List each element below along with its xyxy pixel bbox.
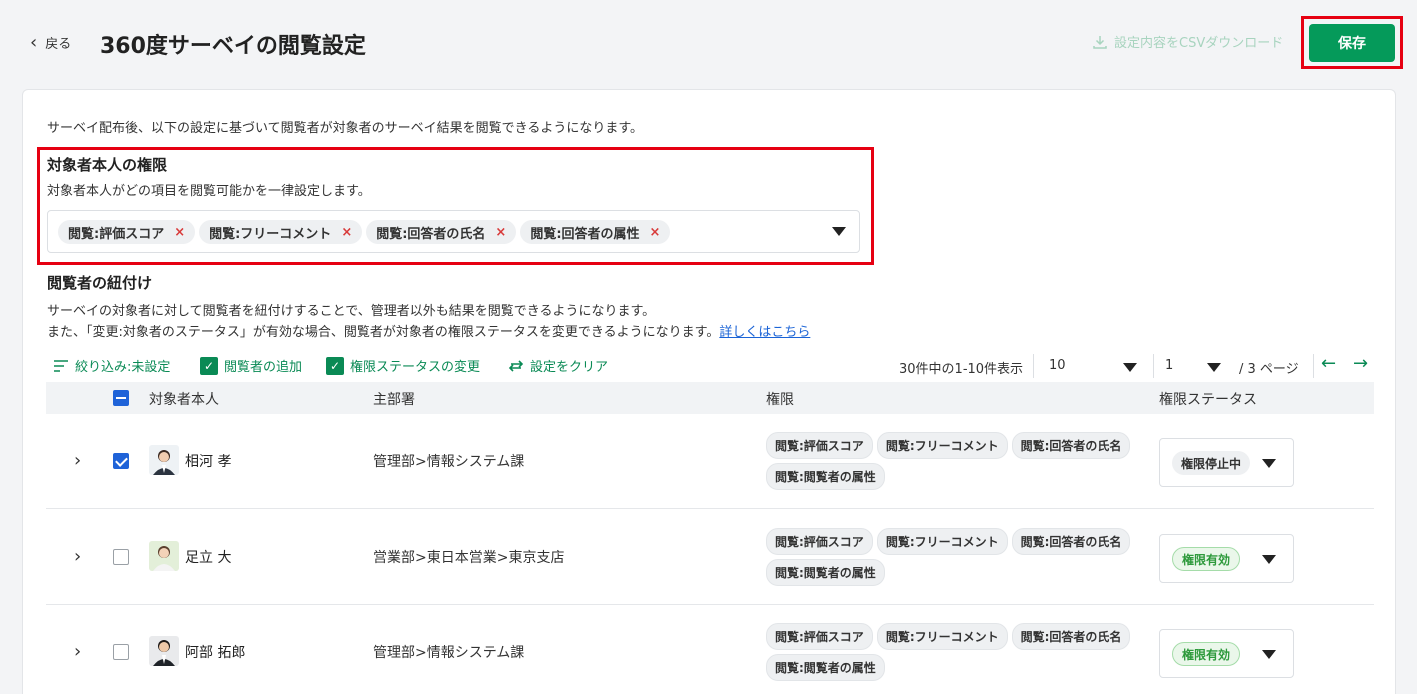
back-button[interactable]: ‹ 戻る	[30, 33, 71, 52]
swap-arrows-icon	[508, 359, 524, 372]
status-select[interactable]: 権限有効	[1159, 629, 1294, 678]
caret-down-icon[interactable]	[832, 227, 846, 236]
permission-tag: 閲覧:評価スコア	[766, 432, 873, 459]
linking-description: サーベイの対象者に対して閲覧者を紐付けすることで、管理者以外も結果を閲覧できるよ…	[47, 304, 656, 319]
status-badge: 権限停止中	[1172, 451, 1251, 475]
permission-tag: 閲覧:回答者の氏名	[1011, 432, 1131, 459]
linking-title: 閲覧者の紐付け	[47, 274, 153, 292]
permission-list: 閲覧:評価スコア 閲覧:フリーコメント 閲覧:回答者の氏名 閲覧:閲覧者の属性	[766, 432, 1146, 490]
csv-download-button[interactable]: 設定内容をCSVダウンロード	[1092, 32, 1283, 51]
chevron-right-icon[interactable]: ›	[74, 450, 81, 471]
per-page-select[interactable]: 10	[1049, 358, 1066, 373]
permission-tag: 閲覧:回答者の氏名	[1011, 623, 1131, 650]
permission-tag: 閲覧:回答者の氏名 ×	[366, 220, 517, 244]
separator	[1313, 354, 1314, 378]
caret-down-icon[interactable]	[1207, 363, 1221, 372]
chevron-left-icon: ‹	[30, 31, 38, 53]
caret-down-icon[interactable]	[1262, 555, 1276, 564]
permission-tag: 閲覧:フリーコメント	[876, 623, 1008, 650]
caret-down-icon[interactable]	[1123, 363, 1137, 372]
permission-tag: 閲覧:フリーコメント	[876, 432, 1008, 459]
table-toolbar: 絞り込み:未設定 ✓ 閲覧者の追加 ✓ 権限ステータスの変更 設定をクリア 30…	[53, 353, 1383, 378]
permission-tag: 閲覧:フリーコメント ×	[199, 220, 363, 244]
checkbox-check-icon: ✓	[200, 356, 218, 375]
chevron-right-icon[interactable]: ›	[74, 546, 81, 567]
department: 管理部>情報システム課	[373, 645, 525, 661]
person-name: 阿部 拓郎	[185, 645, 246, 661]
table-header: 対象者本人 主部署 権限 権限ステータス	[46, 382, 1374, 414]
column-header: 権限ステータス	[1159, 392, 1257, 408]
permission-tag: 閲覧:回答者の属性 ×	[520, 220, 671, 244]
permission-tag: 閲覧:評価スコア ×	[58, 220, 196, 244]
back-label: 戻る	[45, 37, 72, 52]
page-header: ‹ 戻る 360度サーベイの閲覧設定 設定内容をCSVダウンロード 保存	[0, 0, 1417, 86]
status-badge: 権限有効	[1172, 642, 1241, 666]
person-name: 相河 孝	[185, 454, 232, 470]
avatar	[149, 541, 179, 571]
table-row: › 相河 孝 管理部>情報システム課 閲覧:評価スコア 閲覧:フリーコメント 閲…	[46, 414, 1374, 509]
permission-tag: 閲覧:回答者の氏名	[1011, 528, 1131, 555]
self-permission-select[interactable]: 閲覧:評価スコア × 閲覧:フリーコメント × 閲覧:回答者の氏名 × 閲覧:回答者の…	[47, 210, 860, 253]
caret-down-icon[interactable]	[1262, 459, 1276, 468]
self-permission-description: 対象者本人がどの項目を閲覧可能かを一律設定します。	[47, 184, 371, 199]
remove-tag-icon[interactable]: ×	[174, 225, 185, 240]
avatar	[149, 445, 179, 475]
permission-tag: 閲覧:評価スコア	[766, 528, 873, 555]
avatar	[149, 636, 179, 666]
column-header: 権限	[766, 392, 794, 408]
clear-settings-button[interactable]: 設定をクリア	[508, 356, 608, 375]
permission-list: 閲覧:評価スコア 閲覧:フリーコメント 閲覧:回答者の氏名 閲覧:閲覧者の属性	[766, 623, 1146, 681]
table-row: › 阿部 拓郎 管理部>情報システム課 閲覧:評価スコア 閲覧:フリーコメント …	[46, 605, 1374, 694]
self-permission-title: 対象者本人の権限	[47, 156, 168, 174]
remove-tag-icon[interactable]: ×	[650, 225, 661, 240]
permission-tag: 閲覧:フリーコメント	[876, 528, 1008, 555]
table-row: › 足立 大 営業部>東日本営業>東京支店 閲覧:評価スコア 閲覧:フリーコメン…	[46, 510, 1374, 605]
permission-tag: 閲覧:閲覧者の属性	[766, 463, 885, 490]
csv-download-label: 設定内容をCSVダウンロード	[1114, 36, 1284, 51]
permission-tag: 閲覧:閲覧者の属性	[766, 559, 885, 586]
download-icon	[1093, 35, 1107, 49]
filter-icon	[54, 359, 68, 372]
prev-page-icon[interactable]: ←	[1321, 353, 1336, 374]
row-checkbox[interactable]	[113, 644, 129, 660]
remove-tag-icon[interactable]: ×	[495, 225, 506, 240]
add-viewer-button[interactable]: ✓ 閲覧者の追加	[200, 356, 302, 375]
row-checkbox[interactable]	[113, 453, 129, 469]
separator	[1033, 354, 1034, 378]
next-page-icon[interactable]: →	[1353, 353, 1368, 374]
linking-description-2: また、「変更:対象者のステータス」が有効な場合、閲覧者が対象者の権限ステータスを…	[47, 325, 811, 340]
column-header[interactable]: 対象者本人	[149, 389, 219, 409]
save-button[interactable]: 保存	[1309, 24, 1395, 62]
remove-tag-icon[interactable]: ×	[341, 225, 352, 240]
page-select[interactable]: 1	[1165, 358, 1173, 373]
change-status-button[interactable]: ✓ 権限ステータスの変更	[326, 356, 480, 375]
filter-button[interactable]: 絞り込み:未設定	[53, 356, 170, 375]
chevron-right-icon[interactable]: ›	[74, 641, 81, 662]
status-select[interactable]: 権限有効	[1159, 534, 1294, 583]
department: 管理部>情報システム課	[373, 454, 525, 470]
row-checkbox[interactable]	[113, 549, 129, 565]
permission-list: 閲覧:評価スコア 閲覧:フリーコメント 閲覧:回答者の氏名 閲覧:閲覧者の属性	[766, 528, 1146, 586]
person-name: 足立 大	[185, 550, 232, 566]
settings-card: サーベイ配布後、以下の設定に基づいて閲覧者が対象者のサーベイ結果を閲覧できるよう…	[22, 89, 1396, 694]
caret-down-icon[interactable]	[1262, 650, 1276, 659]
status-select[interactable]: 権限停止中	[1159, 438, 1294, 487]
permission-tag: 閲覧:評価スコア	[766, 623, 873, 650]
separator	[1153, 354, 1154, 378]
page-total: / 3 ページ	[1239, 362, 1299, 377]
learn-more-link[interactable]: 詳しくはこちら	[719, 325, 810, 340]
department: 営業部>東日本営業>東京支店	[373, 550, 565, 566]
page-title: 360度サーベイの閲覧設定	[100, 34, 366, 59]
intro-text: サーベイ配布後、以下の設定に基づいて閲覧者が対象者のサーベイ結果を閲覧できるよう…	[47, 121, 644, 136]
record-count: 30件中の1-10件表示	[899, 362, 1024, 377]
permission-tag: 閲覧:閲覧者の属性	[766, 654, 885, 681]
status-badge: 権限有効	[1172, 547, 1241, 571]
column-header[interactable]: 主部署	[373, 389, 415, 409]
checkbox-check-icon: ✓	[326, 356, 344, 375]
select-all-checkbox[interactable]	[113, 390, 129, 406]
